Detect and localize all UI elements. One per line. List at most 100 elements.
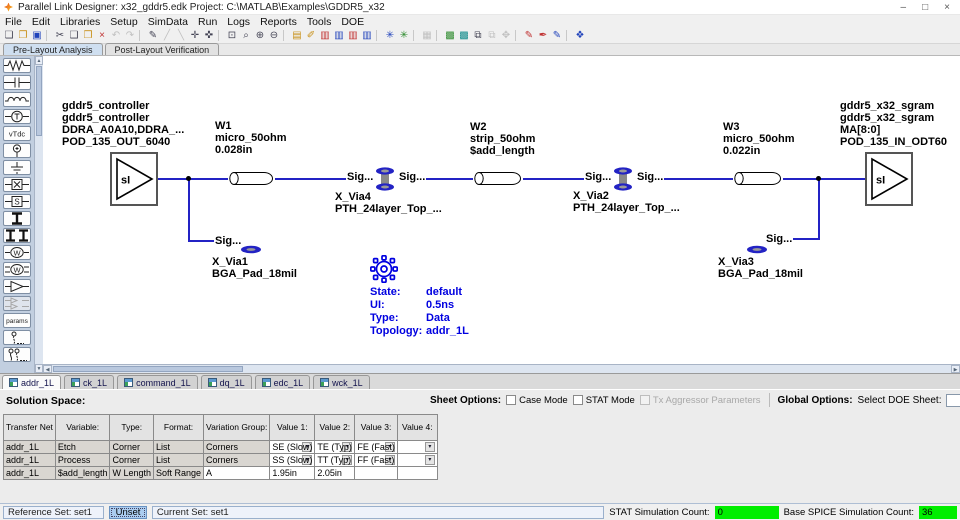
diff-probe-button[interactable] <box>3 347 31 362</box>
copy-icon[interactable]: ❑ <box>67 28 81 43</box>
sig-label[interactable]: Sig... <box>214 235 242 247</box>
via-button[interactable] <box>3 211 31 226</box>
undo-icon[interactable]: ↶ <box>109 28 123 43</box>
sig-label[interactable]: Sig... <box>584 171 612 183</box>
value-cell[interactable]: A <box>204 467 270 480</box>
menu-setup[interactable]: Setup <box>105 16 142 28</box>
case-mode-checkbox[interactable] <box>506 395 516 405</box>
wire-any-icon[interactable]: ╲ <box>174 28 188 43</box>
simulate-icon[interactable]: ✳ <box>383 28 397 43</box>
menu-run[interactable]: Run <box>193 16 222 28</box>
wire-diag-icon[interactable]: ╱ <box>160 28 174 43</box>
view-report-icon[interactable]: ⧉ <box>471 28 485 43</box>
redo-icon[interactable]: ↷ <box>123 28 137 43</box>
vertical-scroll-thumb[interactable] <box>36 66 42 136</box>
sig-label[interactable]: Sig... <box>346 171 374 183</box>
value-cell[interactable]: ▾ <box>397 454 437 467</box>
via4-symbol[interactable] <box>375 167 395 191</box>
doe-sheet-combobox[interactable]: ▾ <box>946 394 960 407</box>
horizontal-scroll-thumb[interactable] <box>53 366 243 372</box>
zoom-out-icon[interactable]: ⊖ <box>267 28 281 43</box>
value-cell[interactable]: ▾FE (Fast) <box>355 441 398 454</box>
zoom-in-icon[interactable]: ⊕ <box>253 28 267 43</box>
value-cell[interactable]: 1.95in <box>270 467 315 480</box>
dropdown-arrow-icon[interactable]: ▾ <box>425 455 435 465</box>
tline-button[interactable]: W <box>3 245 31 260</box>
diff-buffer-button[interactable] <box>3 296 31 311</box>
sheet-tab-addr-1l[interactable]: addr_1L <box>2 375 61 389</box>
stat-mode-checkbox[interactable] <box>573 395 583 405</box>
unset-button[interactable]: Unset <box>109 506 147 519</box>
inductor-button[interactable] <box>3 92 31 107</box>
report-b2-icon[interactable]: ▥ <box>346 28 360 43</box>
paste-icon[interactable]: ❒ <box>81 28 95 43</box>
stat-mode-option[interactable]: STAT Mode <box>573 395 635 406</box>
wire-segment[interactable] <box>783 178 865 180</box>
wire-draw-icon[interactable]: ✎ <box>146 28 160 43</box>
close-button[interactable]: × <box>944 2 950 13</box>
sheet-tab-edc-1l[interactable]: edc_1L <box>255 375 311 389</box>
wire-segment[interactable] <box>818 180 820 240</box>
wire-segment[interactable] <box>188 240 214 242</box>
sheet-tab-command-1l[interactable]: command_1L <box>117 375 198 389</box>
wire-segment[interactable] <box>275 178 347 180</box>
coupled-tline-button[interactable]: W <box>3 262 31 277</box>
via1-pad-symbol[interactable] <box>240 245 262 254</box>
resistor-button[interactable] <box>3 58 31 73</box>
scroll-down-icon[interactable]: ▼ <box>35 364 43 373</box>
dropdown-arrow-icon[interactable]: ▾ <box>425 442 435 452</box>
report-r2-icon[interactable]: ▥ <box>360 28 374 43</box>
s-block-button[interactable]: S <box>3 194 31 209</box>
move-icon[interactable]: ✜ <box>202 28 216 43</box>
sig-label[interactable]: Sig... <box>636 171 664 183</box>
results-viewer-icon[interactable]: ▩ <box>457 28 471 43</box>
wire-segment[interactable] <box>664 178 733 180</box>
zoom-icon[interactable]: ⌕ <box>239 28 253 43</box>
value-cell[interactable]: ▾FF (Fast) <box>355 454 398 467</box>
save-icon[interactable]: ▣ <box>30 28 44 43</box>
rx-buffer-symbol[interactable]: sI <box>865 152 913 206</box>
sig-label[interactable]: Sig... <box>765 233 793 245</box>
probe-circle-button[interactable] <box>3 143 31 158</box>
report-r-icon[interactable]: ▥ <box>332 28 346 43</box>
sheet-tab-ck-1l[interactable]: ck_1L <box>64 375 114 389</box>
doe-sheet-field[interactable] <box>946 394 960 407</box>
menu-doe[interactable]: DOE <box>336 16 369 28</box>
voltage-source-button[interactable] <box>3 109 31 124</box>
zoom-area-icon[interactable]: ⊡ <box>225 28 239 43</box>
sheet-tab-wck-1l[interactable]: wck_1L <box>313 375 370 389</box>
sheet-tab-dq-1l[interactable]: dq_1L <box>201 375 252 389</box>
sign-icon[interactable]: ✒ <box>536 28 550 43</box>
via3-pad-symbol[interactable] <box>746 245 768 254</box>
viewer-3d-icon[interactable]: ❖ <box>573 28 587 43</box>
wire-segment[interactable] <box>426 178 473 180</box>
value-cell[interactable]: ▾TT (Typ) <box>315 454 355 467</box>
minimize-button[interactable]: – <box>901 2 907 13</box>
new-icon[interactable]: ❏ <box>2 28 16 43</box>
ground-button[interactable] <box>3 160 31 175</box>
scroll-right-icon[interactable]: ▶ <box>951 365 960 373</box>
maximize-button[interactable]: □ <box>922 2 928 13</box>
via2-symbol[interactable] <box>613 167 633 191</box>
menu-file[interactable]: File <box>0 16 27 28</box>
sheet-properties-icon[interactable]: ▤ <box>290 28 304 43</box>
tab-pre-layout-analysis[interactable]: Pre-Layout Analysis <box>3 43 103 55</box>
scroll-up-icon[interactable]: ▲ <box>35 56 43 65</box>
crosshair-icon[interactable]: ✛ <box>188 28 202 43</box>
cut-icon[interactable]: ✂ <box>53 28 67 43</box>
capacitor-button[interactable] <box>3 75 31 90</box>
x-block-button[interactable] <box>3 177 31 192</box>
tab-post-layout-verification[interactable]: Post-Layout Verification <box>105 43 220 55</box>
menu-reports[interactable]: Reports <box>255 16 302 28</box>
annotate-icon[interactable]: ✎ <box>522 28 536 43</box>
simulate-stat-icon[interactable]: ✳ <box>397 28 411 43</box>
probe-button[interactable] <box>3 330 31 345</box>
menu-libraries[interactable]: Libraries <box>55 16 105 28</box>
buffer-button[interactable] <box>3 279 31 294</box>
menu-tools[interactable]: Tools <box>302 16 337 28</box>
wire-segment[interactable] <box>523 178 586 180</box>
edit-tool-icon[interactable]: ✐ <box>304 28 318 43</box>
value-cell[interactable]: ▾ <box>397 441 437 454</box>
value-cell[interactable]: ▾SE (Slow) <box>270 441 315 454</box>
value-cell[interactable] <box>355 467 398 480</box>
